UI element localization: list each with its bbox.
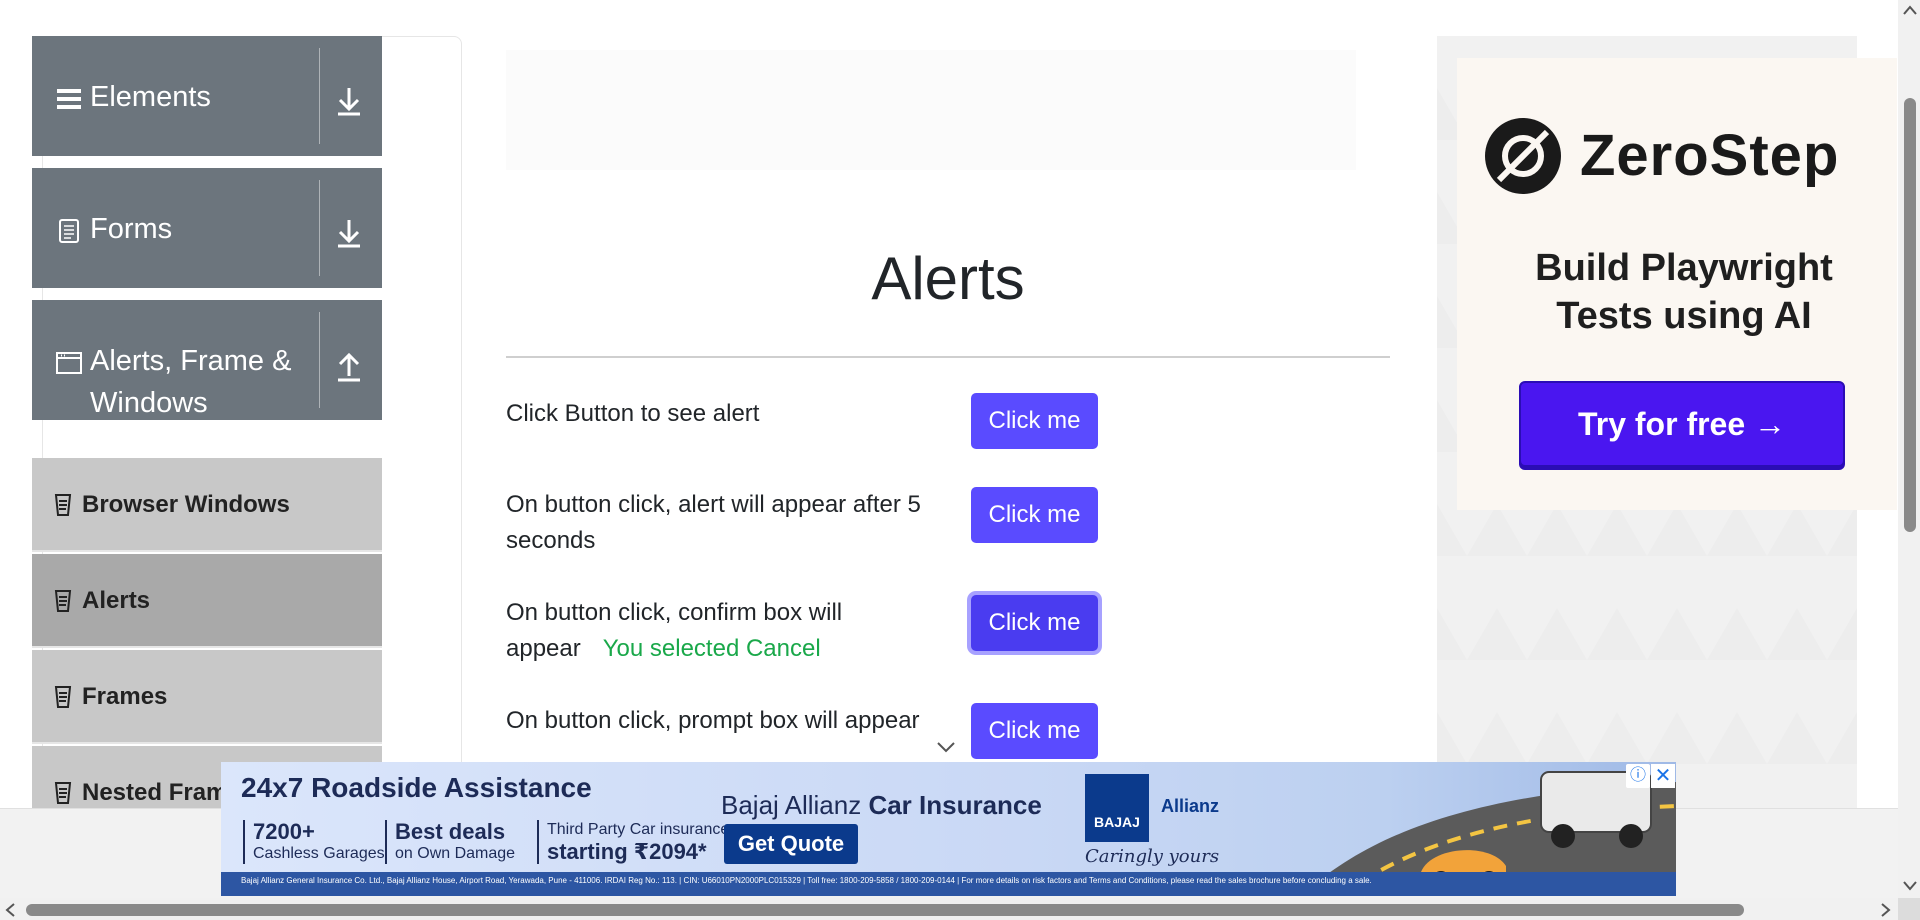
divider — [319, 180, 320, 276]
ad-fine-print: Bajaj Allianz General Insurance Co. Ltd.… — [241, 876, 1372, 885]
window-icon — [56, 352, 82, 374]
ad-brand-prefix: Bajaj Allianz — [721, 790, 862, 820]
ad-brand-title: Bajaj Allianz Car Insurance — [721, 790, 1042, 821]
nav-group-elements[interactable]: Elements — [32, 36, 382, 156]
ad-info-icon[interactable]: ⓘ — [1626, 764, 1650, 788]
list-doc-icon — [54, 686, 72, 708]
sidebar-item-alerts[interactable]: Alerts — [32, 554, 382, 648]
try-for-free-button[interactable]: Try for free → — [1519, 381, 1845, 467]
sidebar-item-label: Browser Windows — [82, 491, 290, 518]
ad-feature-text: Cashless Garages — [253, 845, 385, 862]
confirm-button[interactable]: Click me — [971, 595, 1098, 651]
timer-alert-button[interactable]: Click me — [971, 487, 1098, 543]
scroll-left-icon[interactable] — [4, 903, 16, 917]
confirm-row-label: On button click, confirm box will appear… — [506, 595, 936, 667]
scroll-up-icon[interactable] — [1903, 4, 1917, 16]
divider — [506, 356, 1390, 358]
alert-row-label: Click Button to see alert — [506, 400, 760, 427]
nav-group-forms[interactable]: Forms — [32, 168, 382, 288]
ad-feature-text: Third Party Car insurance — [547, 821, 730, 838]
scroll-down-icon[interactable] — [1903, 880, 1917, 892]
vertical-scrollbar-thumb[interactable] — [1904, 98, 1916, 532]
divider — [319, 48, 320, 144]
hamburger-icon — [57, 89, 81, 109]
chevron-down-icon[interactable] — [936, 740, 956, 754]
sidebar-item-label: Alerts — [82, 587, 151, 614]
document-icon — [59, 219, 79, 243]
prompt-button[interactable]: Click me — [971, 703, 1098, 759]
bottom-ad-banner[interactable]: 24x7 Roadside Assistance 7200+ Cashless … — [221, 762, 1676, 896]
ad-feature-price: Third Party Car insurance starting ₹2094… — [537, 820, 729, 864]
ad-headline: 24x7 Roadside Assistance — [241, 772, 592, 803]
ad-feature-deals: Best deals on Own Damage — [385, 820, 515, 864]
ad-feature-value: starting ₹2094* — [547, 839, 707, 864]
ad-feature-value: Best deals — [395, 819, 506, 844]
download-arrow-icon[interactable] — [334, 84, 364, 118]
list-doc-icon — [54, 494, 72, 516]
list-doc-icon — [54, 782, 72, 804]
nav-group-alerts-frame-windows[interactable]: Alerts, Frame & Windows — [32, 300, 382, 420]
ad-feature-text: on Own Damage — [395, 845, 516, 862]
horizontal-scrollbar-thumb[interactable] — [26, 904, 1744, 916]
ad-close-icon[interactable]: ✕ — [1651, 764, 1675, 788]
ad-slogan: Caringly yours — [1085, 846, 1220, 867]
timer-alert-row-label: On button click, alert will appear after… — [506, 491, 921, 554]
bajaj-logo: BAJAJ — [1085, 774, 1149, 842]
upload-arrow-icon[interactable] — [334, 348, 364, 382]
ad-brand-product: Car Insurance — [868, 790, 1042, 820]
scroll-right-icon[interactable] — [1880, 903, 1892, 917]
nav-group-label: Forms — [90, 213, 173, 245]
prompt-row-label: On button click, prompt box will appear — [506, 707, 920, 734]
scrollbar-corner — [1898, 898, 1920, 920]
sidebar-item-frames[interactable]: Frames — [32, 650, 382, 744]
allianz-logo: Allianz — [1161, 796, 1220, 816]
ad-feature-value: 7200+ — [253, 819, 315, 844]
confirm-result: You selected Cancel — [602, 635, 821, 662]
top-banner-placeholder — [506, 50, 1356, 170]
zerostep-tagline: Build Playwright Tests using AI — [1535, 247, 1833, 337]
page-title: Alerts — [871, 245, 1025, 312]
alert-button[interactable]: Click me — [971, 393, 1098, 449]
list-doc-icon — [54, 590, 72, 612]
nav-group-label: Elements — [90, 81, 211, 113]
get-quote-button[interactable]: Get Quote — [724, 824, 858, 864]
zerostep-logo-icon — [1485, 118, 1561, 194]
zerostep-brand: ZeroStep — [1580, 123, 1840, 188]
sidebar-item-browser-windows[interactable]: Browser Windows — [32, 458, 382, 552]
ad-feature-garages: 7200+ Cashless Garages — [243, 820, 385, 864]
nav-group-label: Alerts, Frame & Windows — [90, 345, 292, 419]
divider — [319, 312, 320, 408]
sidebar-item-label: Frames — [82, 683, 168, 710]
download-arrow-icon[interactable] — [334, 216, 364, 250]
